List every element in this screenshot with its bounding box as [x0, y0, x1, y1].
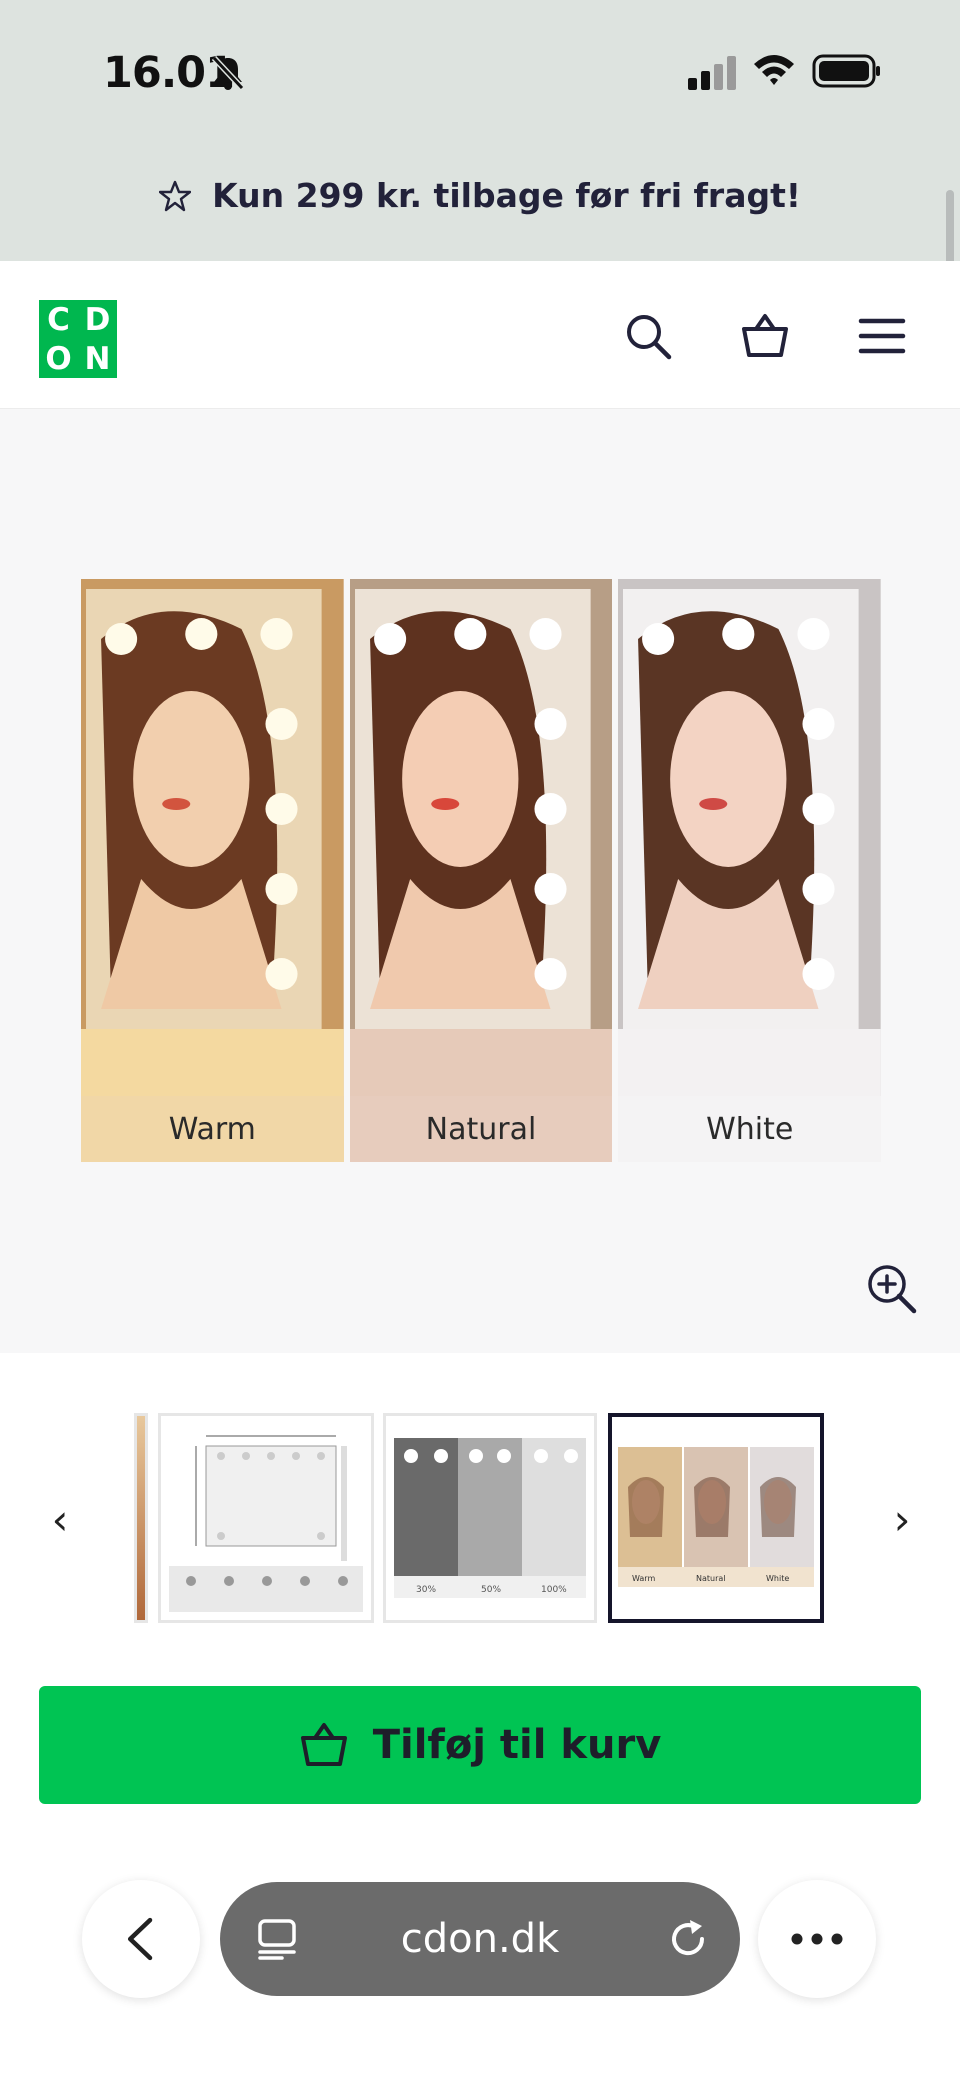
basket-icon: [300, 1723, 347, 1766]
chevron-left-icon: [127, 1917, 153, 1961]
brightness-label: 30%: [416, 1585, 436, 1595]
zoom-in-icon[interactable]: [866, 1263, 918, 1315]
reader-mode-icon[interactable]: [256, 1918, 298, 1960]
thumbnail-next-button[interactable]: ›: [882, 1490, 922, 1550]
mirror-scene-image: [349, 579, 613, 1104]
cdon-logo[interactable]: C D O N: [39, 300, 117, 378]
thumbnail-brightness[interactable]: 30% 50% 100%: [383, 1413, 597, 1623]
address-bar-url: cdon.dk: [400, 1916, 560, 1962]
browser-toolbar: cdon.dk: [0, 1870, 960, 2081]
brightness-levels-image: 30% 50% 100%: [386, 1416, 594, 1620]
product-image-gallery: Warm Natural White: [0, 409, 960, 1353]
brightness-label: 50%: [481, 1585, 501, 1595]
promo-text: Kun 299 kr. tilbage før fri fragt!: [212, 176, 801, 215]
search-icon[interactable]: [623, 311, 673, 361]
thumbnail-prev-button[interactable]: ‹: [40, 1490, 80, 1550]
thumbnail-partial[interactable]: [134, 1413, 148, 1623]
site-header: C D O N: [0, 261, 960, 409]
panel-label: Natural: [349, 1096, 613, 1162]
add-to-cart-button[interactable]: Tilføj til kurv: [39, 1686, 921, 1804]
hamburger-menu-icon[interactable]: [857, 311, 907, 361]
panel-label: Warm: [81, 1096, 344, 1162]
mirror-panel-warm: Warm: [81, 579, 344, 1162]
panel-label: White: [618, 1096, 882, 1162]
add-to-cart-label: Tilføj til kurv: [372, 1722, 662, 1768]
cellular-signal-icon: [688, 56, 736, 90]
product-main-image[interactable]: Warm Natural White: [81, 579, 882, 1162]
thumbnail-color-modes-selected[interactable]: Warm Natural White: [608, 1413, 824, 1623]
color-mode-label: Natural: [696, 1574, 726, 1583]
color-mode-label: Warm: [632, 1574, 655, 1583]
color-modes-image: Warm Natural White: [612, 1417, 820, 1619]
status-bar: 16.01: [0, 0, 960, 140]
logo-letter: O: [45, 340, 72, 377]
bell-slash-icon: [211, 55, 245, 91]
logo-letter: N: [84, 340, 111, 377]
brightness-label: 100%: [541, 1585, 567, 1595]
browser-back-button[interactable]: [82, 1880, 200, 1998]
basket-icon[interactable]: [740, 311, 790, 361]
color-mode-label: White: [766, 1574, 789, 1583]
star-icon: [159, 180, 192, 211]
reload-icon[interactable]: [668, 1918, 710, 1960]
battery-icon: [812, 54, 880, 88]
thumbnail-dimensions[interactable]: [158, 1413, 374, 1623]
free-shipping-banner: Kun 299 kr. tilbage før fri fragt!: [0, 176, 960, 240]
mirror-scene-image: [81, 579, 344, 1104]
mirror-panel-natural: Natural: [349, 579, 613, 1162]
dimensions-diagram-image: [161, 1416, 371, 1620]
logo-letter: D: [84, 301, 111, 338]
browser-more-button[interactable]: [758, 1880, 876, 1998]
logo-letter: C: [47, 301, 70, 338]
mirror-scene-image: [618, 579, 882, 1104]
more-dots-icon: [791, 1933, 843, 1945]
thumbnail-carousel: ‹ 30% 50% 100% Warm Natural White ›: [0, 1353, 960, 1646]
mirror-panel-white: White: [618, 579, 882, 1162]
wifi-icon: [754, 55, 794, 85]
address-bar[interactable]: cdon.dk: [220, 1882, 740, 1996]
